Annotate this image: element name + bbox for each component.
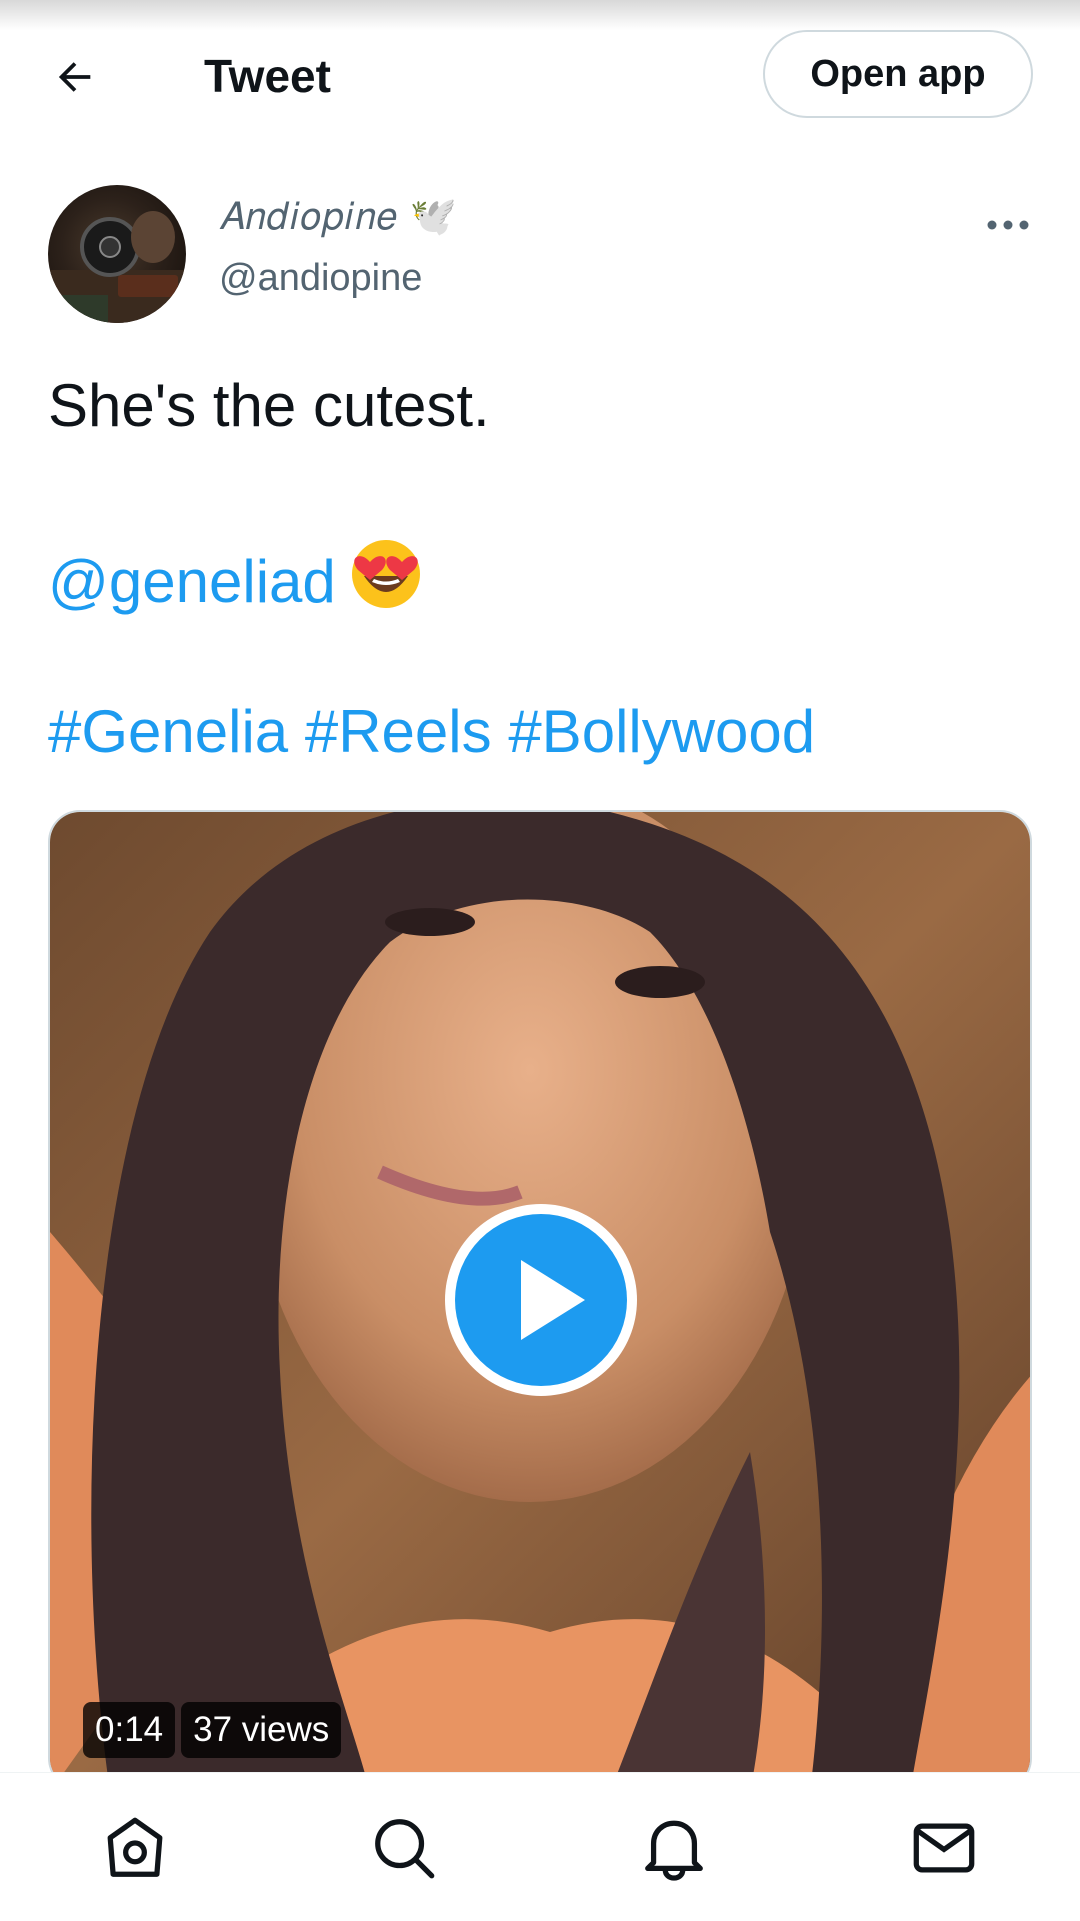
messages-icon <box>913 1823 975 1873</box>
more-horizontal-icon <box>987 220 1029 230</box>
author-handle[interactable]: @andiopine <box>219 255 422 301</box>
hashtag-link[interactable]: #Genelia <box>48 698 288 765</box>
nav-messages-button[interactable] <box>907 1811 981 1885</box>
search-icon <box>375 1819 435 1879</box>
author-display-name[interactable]: 𝐴𝑛𝑑𝑖𝑜𝑝𝑖𝑛𝑒 🕊️ <box>219 195 458 239</box>
video-duration: 0:14 <box>83 1702 176 1758</box>
play-icon[interactable] <box>441 1200 641 1400</box>
video-player[interactable]: 0:14 37 views <box>48 810 1032 1790</box>
nav-home-button[interactable] <box>98 1811 172 1885</box>
open-app-button[interactable]: Open app <box>763 30 1033 118</box>
nav-search-button[interactable] <box>367 1811 441 1885</box>
page-title: Tweet <box>204 50 331 102</box>
home-icon <box>107 1817 163 1877</box>
hashtag-link[interactable]: #Reels <box>305 698 492 765</box>
avatar[interactable] <box>48 185 186 323</box>
notifications-icon <box>645 1820 703 1881</box>
hashtag-link[interactable]: #Bollywood <box>508 698 815 765</box>
back-button[interactable] <box>40 42 110 112</box>
arrow-left-icon <box>58 62 91 92</box>
status-bar-shade <box>0 0 1080 30</box>
mention-link[interactable]: @geneliad <box>48 548 336 615</box>
top-header: Tweet Open app <box>0 30 1080 150</box>
video-info-badges: 0:14 37 views <box>83 1702 342 1758</box>
bottom-navigation <box>0 1772 1080 1921</box>
tweet-text: She's the cutest. <box>48 372 490 439</box>
tweet-author: 𝐴𝑛𝑑𝑖𝑜𝑝𝑖𝑛𝑒 🕊️ @andiopine <box>48 185 1038 325</box>
more-options-button[interactable] <box>978 205 1038 245</box>
heart-eyes-emoji-icon <box>346 532 426 628</box>
tweet-hashtags: #Genelia #Reels #Bollywood <box>48 696 1038 768</box>
nav-notifications-button[interactable] <box>637 1811 711 1885</box>
tweet-mention-line: @geneliad <box>48 532 1038 628</box>
avatar-image <box>48 211 186 323</box>
video-views: 37 views <box>181 1702 342 1758</box>
